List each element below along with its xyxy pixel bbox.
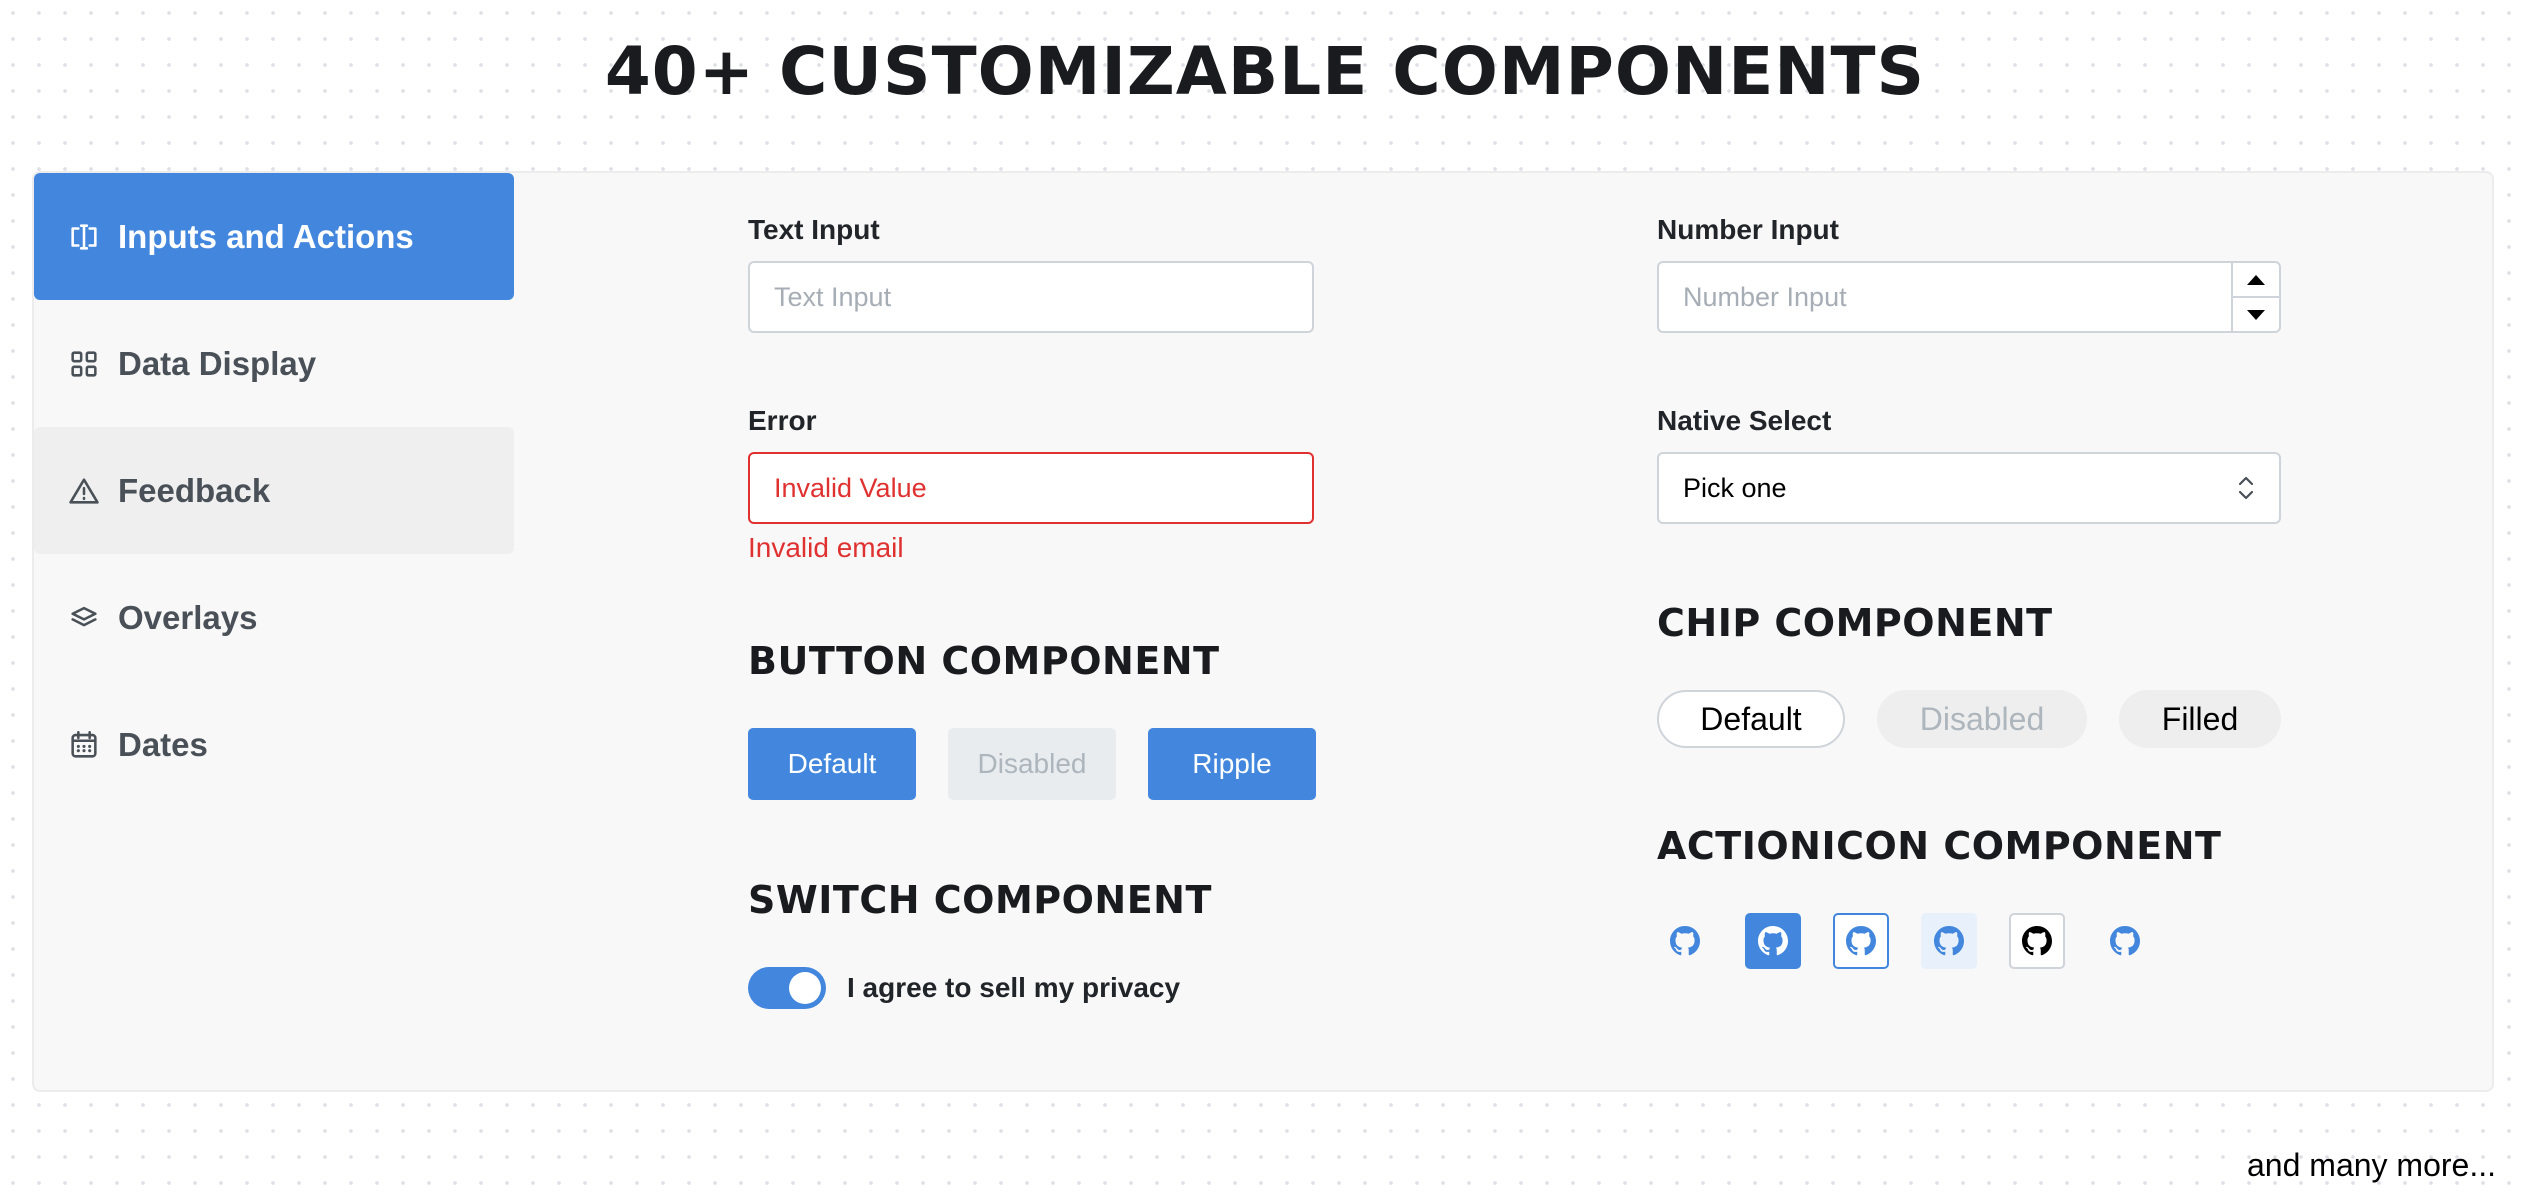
chip-filled[interactable]: Filled (2119, 690, 2281, 748)
chip-default[interactable]: Default (1657, 690, 1845, 748)
number-input-field[interactable] (1657, 261, 2281, 333)
sidebar-item-inputs-and-actions[interactable]: Inputs and Actions (34, 173, 514, 300)
native-select-label: Native Select (1657, 405, 1832, 436)
github-icon (1846, 926, 1876, 956)
text-input-field[interactable] (748, 261, 1314, 333)
sidebar-item-label: Inputs and Actions (118, 217, 414, 255)
github-icon (1670, 926, 1700, 956)
native-select-value: Pick one (1683, 472, 1787, 503)
sidebar-item-label: Overlays (118, 598, 258, 636)
button-component-heading: Button Component (748, 639, 1220, 683)
selector-icon (2238, 476, 2254, 500)
sidebar-item-label: Data Display (118, 344, 317, 382)
input-cursor-icon (66, 219, 102, 255)
switch-knob (789, 972, 821, 1004)
actionicon-component-heading: ActionIcon Component (1657, 824, 2222, 868)
disabled-button[interactable]: Disabled (948, 728, 1116, 800)
switch-label: I agree to sell my privacy (847, 972, 1181, 1003)
github-icon (2022, 926, 2052, 956)
action-icon-default[interactable] (2009, 913, 2065, 969)
number-stepper (2231, 263, 2279, 331)
privacy-switch[interactable] (748, 967, 826, 1009)
action-icon-transparent[interactable] (2097, 913, 2153, 969)
action-icon-light[interactable] (1921, 913, 1977, 969)
sidebar-item-overlays[interactable]: Overlays (34, 554, 514, 681)
sidebar-item-feedback[interactable]: Feedback (34, 427, 514, 554)
decrement-button[interactable] (2233, 298, 2279, 331)
error-message: Invalid email (748, 532, 904, 563)
default-button[interactable]: Default (748, 728, 916, 800)
ripple-button[interactable]: Ripple (1148, 728, 1316, 800)
chip-component-heading: Chip Component (1657, 601, 2053, 645)
text-input-label: Text Input (748, 214, 880, 245)
alert-triangle-icon (66, 473, 102, 509)
layers-icon (66, 600, 102, 636)
sidebar-item-dates[interactable]: Dates (34, 681, 514, 808)
github-icon (2110, 926, 2140, 956)
increment-button[interactable] (2233, 263, 2279, 298)
switch-component-heading: Switch Component (748, 878, 1212, 922)
calendar-icon (66, 727, 102, 763)
sidebar-item-data-display[interactable]: Data Display (34, 300, 514, 427)
github-icon (1758, 926, 1788, 956)
grid-icon (66, 346, 102, 382)
number-input-label: Number Input (1657, 214, 1839, 245)
github-icon (1934, 926, 1964, 956)
sidebar-item-label: Dates (118, 725, 208, 763)
caret-up-icon (2247, 274, 2265, 285)
error-input-field[interactable] (748, 452, 1314, 524)
page-title: 40+ Customizable Components (604, 33, 1926, 110)
caret-down-icon (2247, 309, 2265, 320)
action-icon-subtle[interactable] (1657, 913, 1713, 969)
components-panel: Inputs and Actions Data Display Feedback (32, 171, 2494, 1092)
and-many-more-text: and many more... (2247, 1147, 2496, 1183)
action-icon-filled[interactable] (1745, 913, 1801, 969)
native-select[interactable]: Pick one (1657, 452, 2281, 524)
action-icon-outline[interactable] (1833, 913, 1889, 969)
error-input-label: Error (748, 405, 817, 436)
chip-disabled[interactable]: Disabled (1877, 690, 2087, 748)
sidebar-item-label: Feedback (118, 471, 271, 509)
